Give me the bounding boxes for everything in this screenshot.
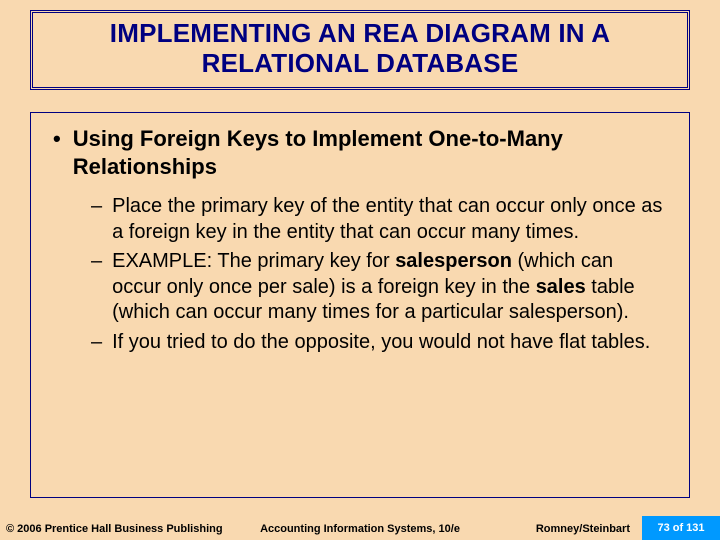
sub-bullet-list: – Place the primary key of the entity th… <box>53 194 667 356</box>
title-box: IMPLEMENTING AN REA DIAGRAM IN A RELATIO… <box>30 10 690 90</box>
title-line-2: RELATIONAL DATABASE <box>202 48 519 78</box>
bullet-dot-icon: • <box>53 125 61 153</box>
sub-bullet-2: – EXAMPLE: The primary key for salespers… <box>91 249 667 326</box>
footer-page-number: 73 of 131 <box>642 516 720 540</box>
sub-bullet-2-text: EXAMPLE: The primary key for salesperson… <box>112 249 667 326</box>
sub-bullet-3-text: If you tried to do the opposite, you wou… <box>112 330 650 356</box>
slide: IMPLEMENTING AN REA DIAGRAM IN A RELATIO… <box>0 0 720 540</box>
footer: © 2006 Prentice Hall Business Publishing… <box>0 517 720 535</box>
sub2-bold-salesperson: salesperson <box>395 250 512 272</box>
content-box: • Using Foreign Keys to Implement One-to… <box>30 112 690 498</box>
sub2-bold-sales: sales <box>536 276 586 298</box>
dash-icon: – <box>91 249 102 275</box>
dash-icon: – <box>91 330 102 356</box>
footer-authors: Romney/Steinbart <box>536 523 630 535</box>
main-bullet: • Using Foreign Keys to Implement One-to… <box>53 125 667 180</box>
sub-bullet-1-text: Place the primary key of the entity that… <box>112 194 667 245</box>
sub2-part-a: EXAMPLE: The primary key for <box>112 250 395 272</box>
title-line-1: IMPLEMENTING AN REA DIAGRAM IN A <box>110 18 610 48</box>
main-bullet-text: Using Foreign Keys to Implement One-to-M… <box>73 125 667 180</box>
dash-icon: – <box>91 194 102 220</box>
sub-bullet-3: – If you tried to do the opposite, you w… <box>91 330 667 356</box>
sub-bullet-1: – Place the primary key of the entity th… <box>91 194 667 245</box>
slide-title: IMPLEMENTING AN REA DIAGRAM IN A RELATIO… <box>43 19 677 79</box>
